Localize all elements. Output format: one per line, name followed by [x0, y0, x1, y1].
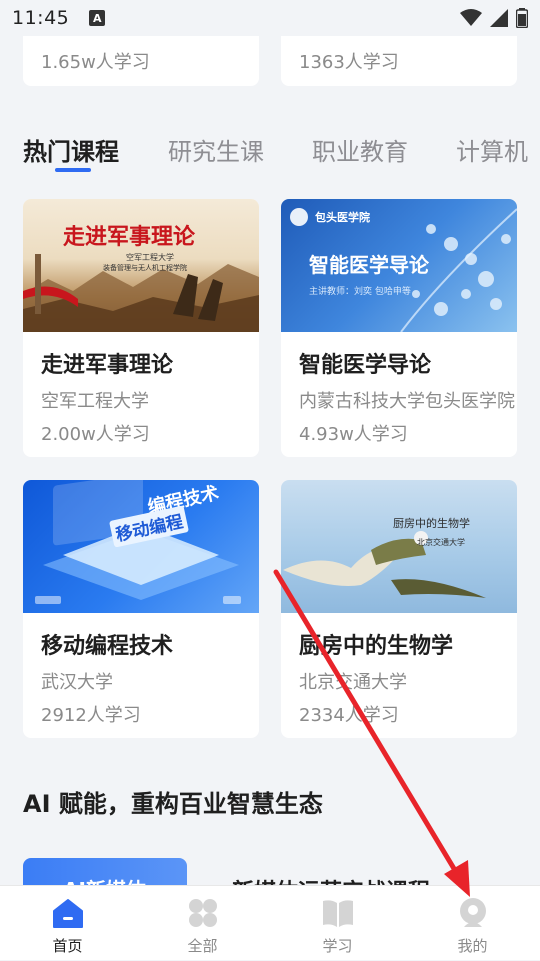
nav-study[interactable]: 学习 — [270, 886, 405, 961]
bottom-navigation: 首页 全部 学习 我的 — [0, 885, 540, 960]
section-title: AI 赋能，重构百业智慧生态 — [23, 790, 323, 818]
course-card[interactable]: 厨房中的生物学 北京交通大学 厨房中的生物学 北京交通大学 2334人学习 — [281, 480, 517, 738]
tab-hot-courses[interactable]: 热门课程 — [23, 132, 119, 167]
top-course-card[interactable]: 1.65w人学习 — [23, 36, 259, 86]
cover-brand: 包头医学院 — [315, 211, 370, 224]
course-cover-image: 厨房中的生物学 北京交通大学 — [281, 480, 517, 613]
tab-vocational[interactable]: 职业教育 — [312, 132, 408, 167]
wifi-icon — [460, 9, 482, 26]
book-icon — [321, 896, 355, 930]
status-icons — [460, 8, 528, 28]
course-title: 厨房中的生物学 — [299, 634, 454, 659]
course-cover-image: 走进军事理论 空军工程大学 装备管理与无人机工程学院 — [23, 199, 259, 332]
course-cover-image: 编程技术 移动编程 — [23, 480, 259, 613]
status-bar: 11:45 A — [0, 0, 540, 36]
course-title: 智能医学导论 — [299, 353, 432, 378]
nav-label: 全部 — [187, 937, 218, 955]
nav-label: 首页 — [52, 937, 83, 955]
signal-icon — [490, 9, 508, 27]
profile-icon — [456, 896, 490, 930]
nav-label: 学习 — [322, 937, 353, 955]
course-card[interactable]: 包头医学院 智能医学导论 主讲教师：刘奕 包哈申等 智能医学导论 内蒙古科技大学… — [281, 199, 517, 457]
notification-icon: A — [89, 10, 106, 26]
course-learners: 2912人学习 — [41, 705, 141, 726]
ai-card-label: AI新媒体 — [63, 874, 146, 885]
tab-graduate-courses[interactable]: 研究生课 — [168, 132, 264, 167]
course-card[interactable]: 走进军事理论 空军工程大学 装备管理与无人机工程学院 走进军事理论 空军工程大学… — [23, 199, 259, 457]
nav-home[interactable]: 首页 — [0, 886, 135, 961]
ai-course-title: 新媒体运营实战课程 — [232, 874, 430, 885]
cover-subtitle: 主讲教师：刘奕 包哈申等 — [309, 287, 411, 297]
course-learners: 2.00w人学习 — [41, 424, 150, 445]
top-course-card[interactable]: 1363人学习 — [281, 36, 517, 86]
nav-all[interactable]: 全部 — [135, 886, 270, 961]
course-school: 北京交通大学 — [299, 672, 407, 693]
category-tabs: 热门课程 研究生课 职业教育 计算机 — [0, 132, 540, 172]
course-title: 走进军事理论 — [41, 353, 174, 378]
cover-subtitle: 北京交通大学 — [417, 538, 465, 547]
course-learners: 4.93w人学习 — [299, 424, 408, 445]
status-time: 11:45 — [12, 7, 70, 29]
nav-profile[interactable]: 我的 — [405, 886, 540, 961]
home-feed[interactable]: 1.65w人学习 1363人学习 热门课程 研究生课 职业教育 计算机 走进军事… — [0, 36, 540, 885]
course-school: 空军工程大学 — [41, 391, 149, 412]
home-icon — [51, 896, 85, 930]
grid-icon — [186, 896, 220, 930]
top-course-row: 1.65w人学习 1363人学习 — [0, 36, 540, 88]
tab-computer[interactable]: 计算机 — [456, 132, 528, 167]
course-title: 移动编程技术 — [41, 634, 174, 659]
ai-course-card[interactable]: AI新媒体 — [23, 858, 187, 885]
course-learners: 2334人学习 — [299, 705, 399, 726]
course-school: 内蒙古科技大学包头医学院 — [299, 391, 515, 412]
course-cover-image: 包头医学院 智能医学导论 主讲教师：刘奕 包哈申等 — [281, 199, 517, 332]
cover-subtitle: 空军工程大学 — [126, 253, 174, 262]
cover-headline: 智能医学导论 — [309, 253, 429, 277]
active-tab-indicator — [55, 168, 91, 172]
course-card[interactable]: 编程技术 移动编程 移动编程技术 武汉大学 2912人学习 — [23, 480, 259, 738]
cover-headline: 厨房中的生物学 — [393, 517, 470, 530]
course-learners: 1363人学习 — [299, 52, 399, 73]
course-school: 武汉大学 — [41, 672, 113, 693]
cover-subtitle: 装备管理与无人机工程学院 — [103, 264, 187, 272]
course-learners: 1.65w人学习 — [41, 52, 150, 73]
cover-headline: 走进军事理论 — [63, 225, 196, 250]
nav-label: 我的 — [457, 937, 488, 955]
battery-icon — [516, 8, 528, 28]
